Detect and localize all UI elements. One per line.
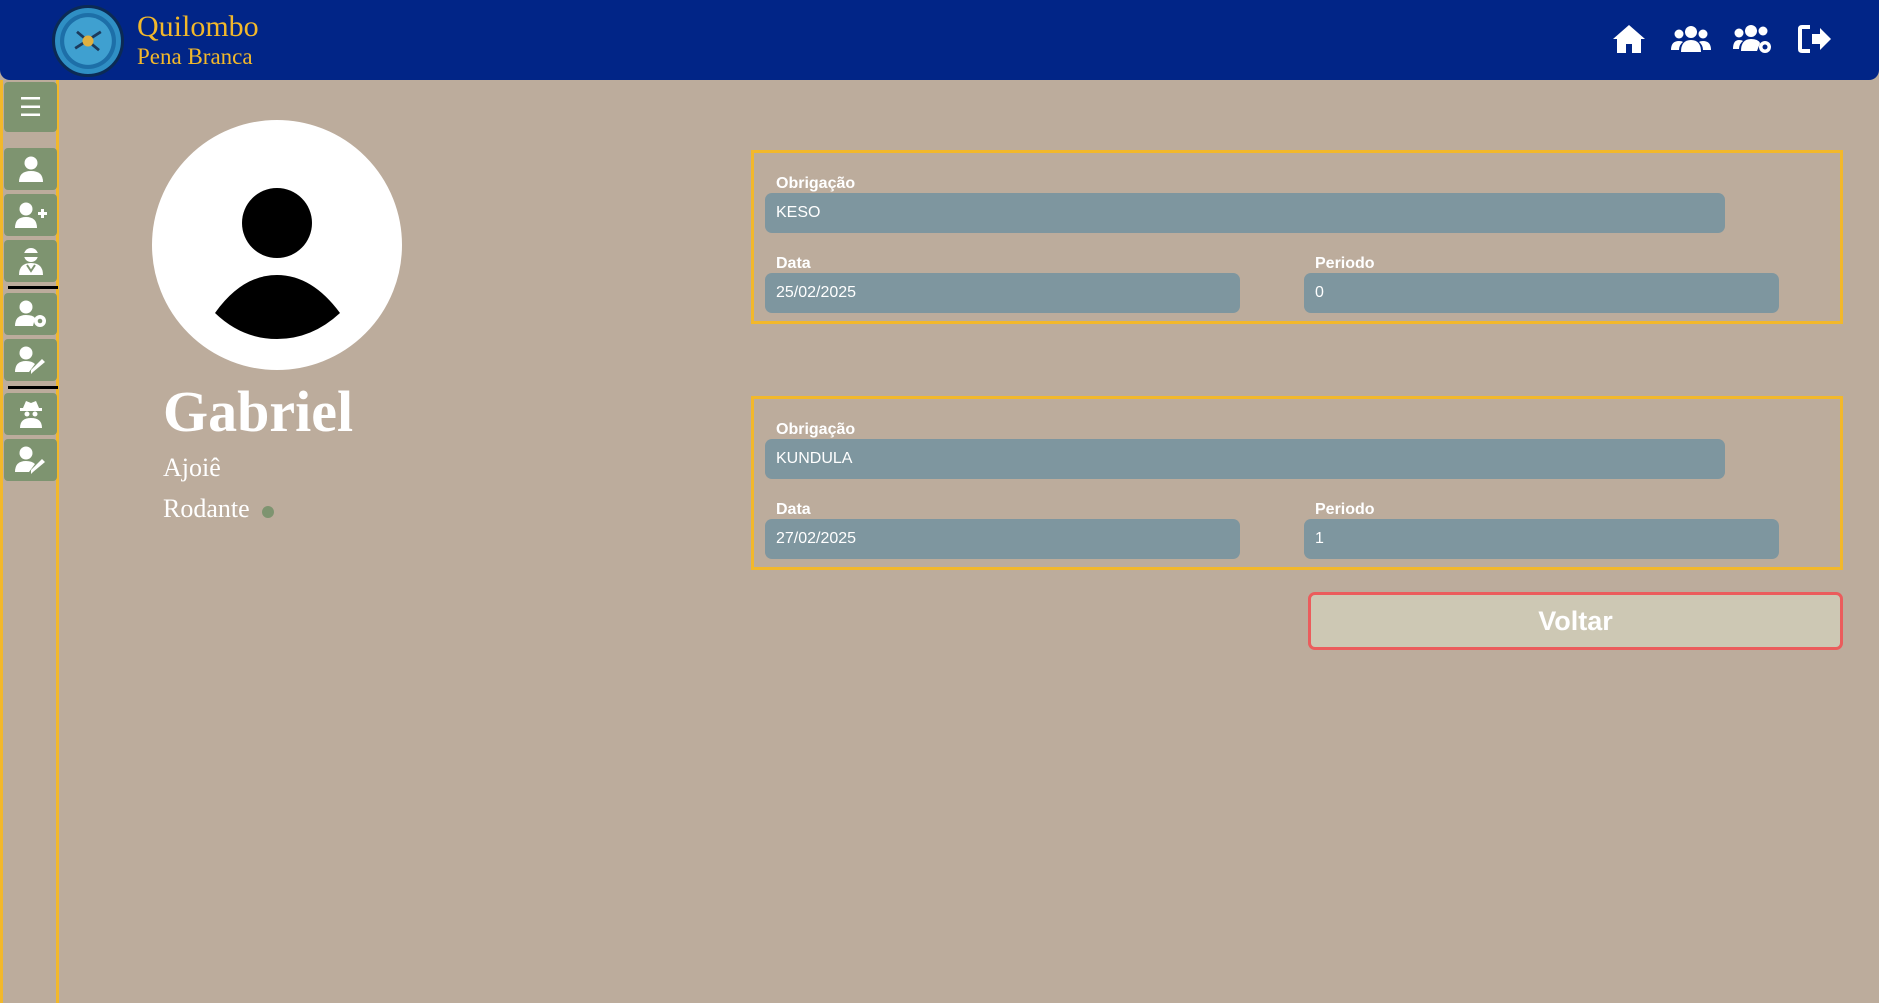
profile-status: Rodante	[163, 494, 274, 524]
menu-toggle-button[interactable]: ☰	[4, 82, 57, 132]
profile-role: Ajoiê	[163, 453, 221, 482]
data-label: Data	[776, 255, 811, 272]
status-dot-icon	[261, 506, 274, 518]
data-label: Data	[776, 501, 811, 518]
data-field[interactable]: 27/02/2025	[765, 519, 1240, 559]
back-button[interactable]: Voltar	[1308, 592, 1843, 650]
status-label: Rodante	[163, 494, 250, 523]
sidebar-user-button[interactable]	[4, 148, 57, 190]
sidebar-divider	[8, 286, 58, 289]
sidebar-edit-user-button[interactable]	[4, 439, 57, 481]
brand-subtitle: Pena Branca	[137, 44, 253, 69]
sidebar-edit-user-button[interactable]	[4, 339, 57, 381]
user-secret-icon	[19, 401, 42, 428]
sidebar: ☰	[0, 80, 59, 1003]
profile-name: Gabriel	[163, 379, 354, 444]
periodo-field[interactable]: 0	[1304, 273, 1779, 313]
obrigacao-label: Obrigação	[776, 175, 856, 192]
periodo-label: Periodo	[1315, 255, 1375, 272]
obrigacao-field[interactable]: KESO	[765, 193, 1725, 233]
user-cog-icon	[14, 300, 46, 327]
data-field[interactable]: 25/02/2025	[765, 273, 1240, 313]
obligation-card: Obrigação KUNDULA Data 27/02/2025 Period…	[751, 396, 1843, 570]
user-ninja-icon	[18, 248, 43, 275]
obrigacao-field[interactable]: KUNDULA	[765, 439, 1725, 479]
periodo-field[interactable]: 1	[1304, 519, 1779, 559]
sidebar-secret-user-button[interactable]	[4, 393, 57, 435]
obrigacao-label: Obrigação	[776, 421, 856, 438]
hamburger-icon: ☰	[18, 92, 43, 122]
user-edit-icon	[14, 446, 45, 474]
user-plus-icon	[14, 202, 47, 228]
obligation-card: Obrigação KESO Data 25/02/2025 Periodo 0	[751, 150, 1843, 324]
users-cog-icon[interactable]	[1733, 20, 1773, 58]
user-edit-icon	[14, 346, 45, 374]
sidebar-add-user-button[interactable]	[4, 194, 57, 236]
brand-title: Quilombo	[137, 10, 259, 43]
quilombo-logo	[52, 5, 124, 77]
top-nav	[1609, 20, 1835, 58]
users-icon[interactable]	[1671, 20, 1711, 58]
periodo-label: Periodo	[1315, 501, 1375, 518]
sign-out-icon[interactable]	[1795, 20, 1835, 58]
top-header: Quilombo Pena Branca	[0, 0, 1879, 80]
avatar	[152, 120, 402, 370]
sidebar-divider	[8, 386, 58, 389]
user-icon	[18, 156, 43, 182]
sidebar-user-settings-button[interactable]	[4, 293, 57, 335]
home-icon[interactable]	[1609, 20, 1649, 58]
sidebar-ninja-button[interactable]	[4, 240, 57, 282]
